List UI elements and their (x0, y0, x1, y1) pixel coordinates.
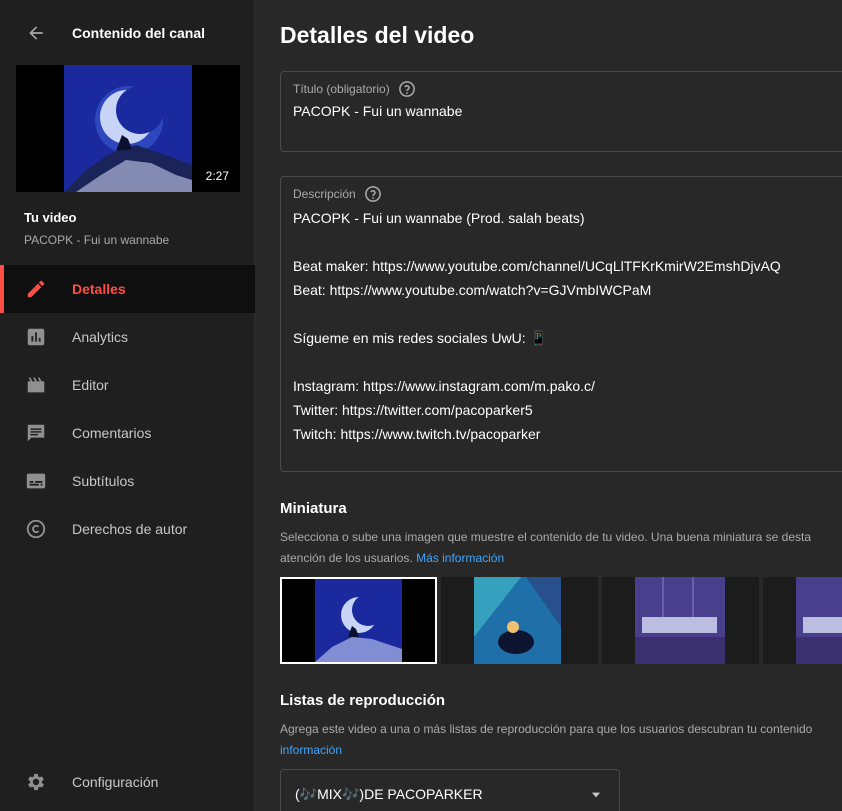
thumbnail-option-image (602, 577, 759, 664)
thumbnail-section-text: Selecciona o sube una imagen que muestre… (280, 527, 842, 569)
page-title: Detalles del video (280, 22, 475, 48)
thumbnail-text-line2-text: atención de los usuarios. (280, 551, 413, 565)
sidebar: Contenido del canal 2:27 Tu video PACOPK… (0, 0, 255, 811)
thumbnail-option-1[interactable] (280, 577, 437, 664)
thumbnail-option-3[interactable] (602, 577, 759, 664)
thumbnail-section-title: Miniatura (280, 500, 347, 517)
gear-icon (24, 770, 48, 794)
arrow-back-icon (29, 26, 43, 40)
sidebar-item-label: Analytics (72, 329, 129, 345)
title-field[interactable]: Título (obligatorio) PACOPK - Fui un wan… (280, 71, 842, 152)
sidebar-item-label: Editor (72, 377, 109, 393)
playlists-text-line1: Agrega este video a una o más listas de … (280, 722, 813, 736)
description-line (293, 350, 781, 374)
video-thumbnail[interactable]: 2:27 (16, 65, 240, 192)
playlists-info-link[interactable]: información (280, 743, 342, 757)
description-line: PACOPK - Fui un wannabe (Prod. salah bea… (293, 210, 585, 226)
sidebar-item-editor[interactable]: Editor (0, 361, 255, 409)
sidebar-item-analytics[interactable]: Analytics (0, 313, 255, 361)
thumbnail-option-2[interactable] (441, 577, 598, 664)
video-duration: 2:27 (202, 168, 232, 184)
description-line: Twitch: https://www.twitch.tv/pacoparker (293, 426, 541, 442)
sidebar-item-details[interactable]: Detalles (0, 265, 255, 313)
back-button[interactable] (16, 14, 56, 52)
thumbnail-options (280, 577, 842, 664)
sidebar-item-subtitles[interactable]: Subtítulos (0, 457, 255, 505)
sidebar-header: Contenido del canal (0, 14, 255, 52)
sidebar-item-label: Derechos de autor (72, 521, 188, 537)
description-field-label: Descripción (293, 185, 382, 203)
main-content: Detalles del video Título (obligatorio) … (256, 0, 842, 811)
description-line: Twitter: https://twitter.com/pacoparker5 (293, 402, 533, 418)
thumbnail-option-image (282, 579, 435, 662)
title-input[interactable]: PACOPK - Fui un wannabe (293, 103, 462, 119)
subtitles-icon (24, 469, 48, 493)
your-video-title: PACOPK - Fui un wannabe (24, 233, 170, 247)
thumbnail-option-image (441, 577, 598, 664)
description-line: Sígueme en mis redes sociales UwU: 📱 (293, 330, 547, 346)
clapperboard-icon (24, 373, 48, 397)
analytics-icon (24, 325, 48, 349)
sidebar-item-copyright[interactable]: Derechos de autor (0, 505, 255, 553)
description-line: Beat: https://www.youtube.com/watch?v=GJ… (293, 282, 652, 298)
description-line: Beat maker: https://www.youtube.com/chan… (293, 258, 781, 274)
thumbnail-option-4[interactable] (763, 577, 842, 664)
description-label-text: Descripción (293, 187, 356, 201)
playlists-text-line2: información (280, 740, 842, 761)
sidebar-item-label: Detalles (72, 281, 126, 297)
description-field[interactable]: Descripción PACOPK - Fui un wannabe (Pro… (280, 176, 842, 472)
sidebar-item-comments[interactable]: Comentarios (0, 409, 255, 457)
copyright-icon (24, 517, 48, 541)
help-icon[interactable] (398, 80, 416, 98)
thumbnail-option-image (763, 577, 842, 664)
more-info-link[interactable]: Más información (416, 551, 504, 565)
description-input[interactable]: PACOPK - Fui un wannabe (Prod. salah bea… (293, 206, 781, 446)
playlists-section-text: Agrega este video a una o más listas de … (280, 719, 842, 761)
comment-icon (24, 421, 48, 445)
thumbnail-text-line2: atención de los usuarios. Más informació… (280, 548, 842, 569)
pencil-icon (24, 277, 48, 301)
sidebar-item-label: Subtítulos (72, 473, 135, 489)
playlists-section-title: Listas de reproducción (280, 692, 446, 709)
playlist-selected-value: (🎶MIX🎶)DE PACOPARKER (295, 785, 483, 802)
playlist-dropdown[interactable]: (🎶MIX🎶)DE PACOPARKER (280, 769, 620, 811)
description-line: Instagram: https://www.instagram.com/m.p… (293, 378, 595, 394)
description-line (293, 230, 781, 254)
sidebar-item-label: Comentarios (72, 425, 152, 441)
title-field-label: Título (obligatorio) (293, 80, 416, 98)
thumbnail-text-line1: Selecciona o sube una imagen que muestre… (280, 530, 812, 544)
help-icon[interactable] (364, 185, 382, 203)
your-video-label: Tu video (24, 210, 77, 225)
sidebar-item-settings[interactable]: Configuración (0, 758, 255, 806)
title-label-text: Título (obligatorio) (293, 82, 390, 96)
dropdown-arrow-icon (591, 792, 601, 798)
sidebar-title: Contenido del canal (72, 25, 206, 41)
sidebar-nav: Detalles Analytics Editor Comentarios Su… (0, 265, 255, 553)
settings-label: Configuración (72, 774, 159, 790)
description-line (293, 302, 781, 326)
